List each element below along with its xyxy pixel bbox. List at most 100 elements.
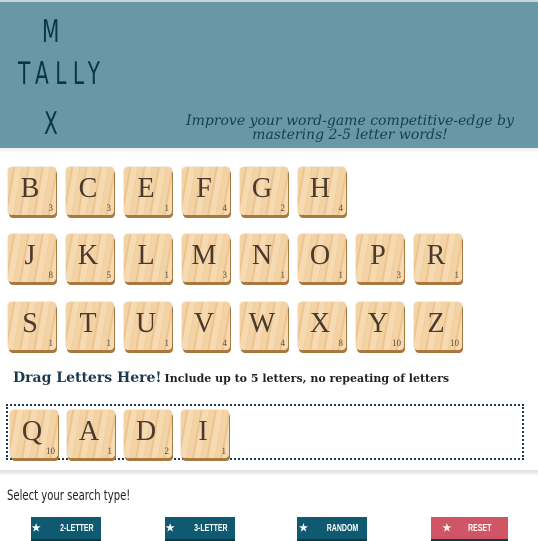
- letter-tile[interactable]: W4: [240, 302, 288, 350]
- random-button[interactable]: ★ RANDOM: [297, 517, 367, 541]
- tile-value: 1: [107, 446, 113, 456]
- button-label: 3-LETTER: [193, 522, 228, 534]
- tile-letter: O: [309, 240, 331, 271]
- reset-button[interactable]: ★ RESET: [431, 517, 508, 541]
- letter-tile[interactable]: B3: [8, 167, 56, 215]
- letter-tile[interactable]: Y 10: [356, 302, 404, 350]
- dropped-tile[interactable]: A1: [67, 410, 115, 458]
- tile-letter: W: [248, 308, 276, 339]
- letter-tile[interactable]: L1: [124, 234, 172, 282]
- tile-value: 8: [338, 338, 344, 348]
- logo-line-tally: TALLY: [18, 56, 107, 92]
- tile-value: 4: [280, 338, 286, 348]
- tile-value: 1: [106, 338, 112, 348]
- letter-tile[interactable]: Z 10: [414, 302, 462, 350]
- tile-letter: A: [78, 416, 100, 447]
- tile-value: 1: [164, 203, 170, 213]
- tile-letter: J: [24, 240, 36, 271]
- tile-letter: X: [309, 308, 331, 339]
- drop-heading: Drag Letters Here! Include up to 5 letter…: [13, 370, 449, 386]
- 2-letter-button[interactable]: ★ 2-LETTER: [31, 517, 101, 541]
- tile-letter: V: [193, 308, 215, 339]
- dropped-tile[interactable]: I1: [181, 410, 229, 458]
- tile-value: 4: [222, 203, 228, 213]
- tile-value: 3: [396, 270, 402, 280]
- letter-tile[interactable]: O1: [298, 234, 346, 282]
- letter-tile[interactable]: J8: [8, 234, 56, 282]
- star-icon: ★: [442, 522, 452, 534]
- letter-tile[interactable]: S1: [8, 302, 56, 350]
- tile-value: 3: [222, 270, 228, 280]
- tile-value: 4: [338, 203, 344, 213]
- tile-letter: D: [135, 416, 157, 447]
- tile-value: 1: [221, 446, 227, 456]
- letter-tile[interactable]: C3: [66, 167, 114, 215]
- tile-value: 10: [450, 338, 459, 348]
- divider: [0, 470, 538, 476]
- tile-letter: S: [22, 308, 38, 339]
- tile-letter: H: [309, 173, 331, 204]
- tagline: Improve your word-game competitive-edge …: [186, 113, 514, 143]
- tile-letter: G: [251, 173, 273, 204]
- divider: [0, 148, 538, 153]
- tile-letter: E: [137, 173, 155, 204]
- tile-value: 2: [280, 203, 286, 213]
- tile-letter: L: [137, 240, 155, 271]
- button-label: RANDOM: [326, 522, 359, 534]
- tile-value: 1: [280, 270, 286, 280]
- star-icon: ★: [165, 522, 175, 534]
- 3-letter-button[interactable]: ★ 3-LETTER: [165, 517, 235, 541]
- letter-tile[interactable]: M3: [182, 234, 230, 282]
- tile-value: 8: [48, 270, 54, 280]
- logo-line-m: M: [42, 14, 66, 50]
- tile-letter: Z: [427, 308, 445, 339]
- letter-tile[interactable]: X8: [298, 302, 346, 350]
- button-label: RESET: [468, 522, 492, 534]
- tile-value: 1: [454, 270, 460, 280]
- tile-letter: Y: [367, 308, 389, 339]
- letter-tile[interactable]: R1: [414, 234, 462, 282]
- tile-value: 1: [164, 338, 170, 348]
- letter-tile[interactable]: H4: [298, 167, 346, 215]
- tile-value: 2: [164, 446, 170, 456]
- dropped-tile[interactable]: Q 10: [10, 410, 58, 458]
- letter-tile[interactable]: U1: [124, 302, 172, 350]
- drop-title: Drag Letters Here!: [13, 370, 162, 386]
- tile-value: 10: [46, 446, 55, 456]
- tile-value: 1: [338, 270, 344, 280]
- letter-tile[interactable]: V4: [182, 302, 230, 350]
- tile-value: 5: [106, 270, 112, 280]
- tile-value: 10: [392, 338, 401, 348]
- drop-hint: Include up to 5 letters, no repeating of…: [164, 372, 450, 385]
- letter-tile[interactable]: F4: [182, 167, 230, 215]
- tile-letter: F: [196, 173, 212, 204]
- tile-value: 3: [106, 203, 112, 213]
- tile-value: 3: [48, 203, 54, 213]
- tile-letter: B: [20, 173, 40, 204]
- letter-tile[interactable]: P3: [356, 234, 404, 282]
- header: M TALLY X Improve your word-game competi…: [0, 0, 538, 148]
- logo-line-x: X: [44, 106, 65, 142]
- tile-letter: C: [78, 173, 98, 204]
- button-label: 2-LETTER: [59, 522, 94, 534]
- tile-value: 1: [48, 338, 54, 348]
- tile-value: 1: [164, 270, 170, 280]
- dropped-tile[interactable]: D2: [124, 410, 172, 458]
- letter-tile[interactable]: T1: [66, 302, 114, 350]
- tile-letter: P: [370, 240, 386, 271]
- letter-tile[interactable]: G2: [240, 167, 288, 215]
- tile-letter: U: [135, 308, 157, 339]
- tile-letter: Q: [21, 416, 43, 447]
- letter-tile[interactable]: K5: [66, 234, 114, 282]
- letter-tile[interactable]: E1: [124, 167, 172, 215]
- tile-letter: I: [198, 416, 208, 447]
- star-icon: ★: [299, 522, 308, 534]
- tile-letter: N: [251, 240, 273, 271]
- tile-letter: M: [191, 240, 217, 271]
- letter-tile[interactable]: N1: [240, 234, 288, 282]
- tile-value: 4: [222, 338, 228, 348]
- tile-letter: R: [426, 240, 446, 271]
- search-type-label: Select your search type!: [7, 488, 131, 504]
- tile-letter: T: [79, 308, 97, 339]
- tile-letter: K: [77, 240, 99, 271]
